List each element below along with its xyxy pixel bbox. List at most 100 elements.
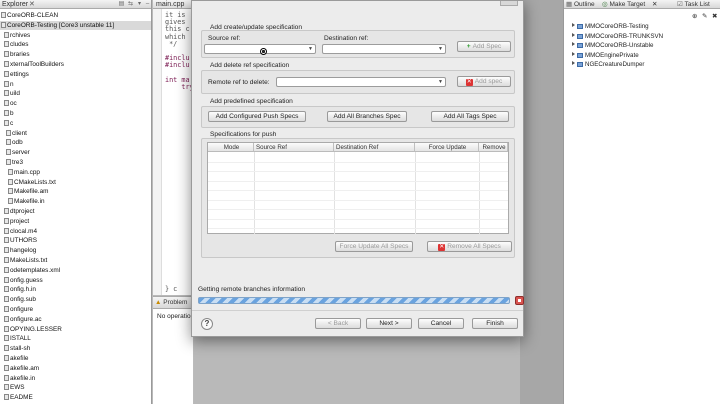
column-header[interactable]: Remove	[479, 143, 508, 152]
tree-item[interactable]: c	[0, 119, 13, 128]
push-specs-table[interactable]: Mode Source Ref Destination Ref Force Updat…	[207, 142, 509, 234]
tree-item[interactable]: MakeLists.txt	[0, 256, 47, 265]
expand-arrow-icon[interactable]	[572, 51, 575, 56]
tree-item[interactable]: odb	[0, 138, 23, 147]
tree-item[interactable]: stall-sh	[0, 344, 30, 353]
problems-view: ▲ Problem No operatio	[153, 296, 194, 404]
tree-item[interactable]: CoreORB-CLEAN	[0, 11, 58, 20]
stop-icon[interactable]	[515, 296, 524, 305]
tree-item[interactable]: rchives	[0, 31, 30, 40]
make-target-item[interactable]: MMOCoreORB-Unstable	[572, 41, 653, 50]
force-update-all-specs-button[interactable]: Force Update All Specs	[335, 241, 413, 252]
file-icon	[4, 315, 9, 322]
tree-item[interactable]: cludes	[0, 40, 28, 49]
tree-item[interactable]: onfigure	[0, 305, 33, 314]
finish-button[interactable]: Finish	[472, 318, 518, 329]
cancel-button[interactable]: Cancel	[418, 318, 464, 329]
tree-item[interactable]: akefile.am	[0, 364, 39, 373]
editor-tab[interactable]: main.cpp	[153, 0, 193, 9]
tree-item[interactable]: main.cpp	[0, 168, 40, 177]
tree-item[interactable]: EADME	[0, 393, 33, 402]
tree-item[interactable]: Makefile.in	[0, 197, 45, 206]
tree-item[interactable]: UTHORS	[0, 236, 37, 245]
file-icon	[4, 257, 9, 263]
problems-tab[interactable]: ▲ Problem	[153, 297, 193, 309]
tree-item[interactable]: onfig.h.in	[0, 285, 36, 294]
tree-item[interactable]: b	[0, 109, 14, 118]
make-target-item[interactable]: MMOCoreORB-TRUNKSVN	[572, 32, 663, 41]
add-spec-button[interactable]: + Add Spec	[457, 41, 511, 52]
make-target-tab[interactable]: ◎ Make Target	[602, 0, 645, 9]
tree-item[interactable]: n	[0, 80, 14, 89]
add-delete-spec-button[interactable]: ✕ Add spec	[457, 76, 511, 87]
tree-item[interactable]: Makefile.am	[0, 187, 48, 196]
target-new-icon[interactable]: ⊕	[692, 12, 697, 21]
file-icon	[8, 178, 13, 185]
column-header[interactable]: Destination Ref	[334, 143, 415, 152]
tree-item[interactable]: braries	[0, 50, 30, 59]
remove-all-specs-button[interactable]: ✕ Remove All Specs	[427, 241, 512, 252]
collapse-all-icon[interactable]: ▤	[118, 1, 125, 8]
make-target-item[interactable]: MMOCoreORB-Testing	[572, 22, 649, 31]
tree-item[interactable]: CoreORB-Testing [Core3 unstable 11]	[0, 20, 151, 30]
tree-item[interactable]: odetemplates.xml	[0, 266, 60, 275]
tree-item[interactable]: ettings	[0, 70, 29, 79]
tree-item[interactable]: ISTALL	[0, 334, 31, 343]
tree-item[interactable]: akefile.in	[0, 374, 35, 383]
expand-arrow-icon[interactable]	[572, 32, 575, 37]
make-target-item[interactable]: NGECreatureDumper	[572, 60, 645, 69]
tree-item[interactable]: onfig.guess	[0, 276, 43, 285]
link-editor-icon[interactable]: ⇆	[127, 1, 134, 8]
expand-arrow-icon[interactable]	[572, 23, 575, 27]
column-header[interactable]: Source Ref	[254, 143, 334, 152]
make-target-close-icon[interactable]: ✕	[652, 0, 657, 9]
tree-item[interactable]: uild	[0, 89, 20, 98]
target-edit-icon[interactable]: ✎	[702, 12, 707, 21]
tree-item[interactable]: clocal.m4	[0, 227, 37, 236]
tree-item[interactable]: dtproject	[0, 207, 35, 216]
task-list-tab[interactable]: ☑ Task List	[677, 0, 710, 9]
problems-body: No operatio	[157, 313, 191, 320]
target-delete-icon[interactable]: ✖	[712, 12, 717, 21]
tree-item-label: uild	[10, 90, 20, 98]
expand-arrow-icon[interactable]	[572, 42, 575, 46]
tree-item[interactable]: CMakeLists.txt	[0, 178, 56, 187]
tree-item[interactable]: akefile	[0, 354, 28, 363]
add-configured-push-specs-button[interactable]: Add Configured Push Specs	[208, 111, 306, 122]
tree-item[interactable]: client	[0, 129, 27, 138]
tree-item[interactable]: oc	[0, 99, 17, 108]
destination-ref-combo[interactable]: ▼	[322, 44, 446, 54]
tree-item[interactable]: onfig.sub	[0, 295, 36, 304]
file-icon	[4, 266, 9, 273]
next-button[interactable]: Next >	[366, 318, 412, 329]
close-icon[interactable]: ✕	[29, 0, 35, 9]
tree-item-label: main.cpp	[14, 168, 40, 176]
code-editor[interactable]: main.cpp it is gives this c which */#inclu #…	[153, 0, 194, 295]
tree-item-label: clocal.m4	[10, 227, 37, 235]
tree-item-label: oc	[10, 100, 17, 108]
make-target-item[interactable]: MMOEnginePrivate	[572, 51, 639, 60]
tree-item[interactable]: xternalToolBuilders	[0, 60, 64, 69]
column-header[interactable]: Force Update	[415, 143, 479, 152]
back-button[interactable]: < Back	[315, 318, 361, 329]
tree-item[interactable]: hangelog	[0, 246, 36, 255]
expand-arrow-icon[interactable]	[572, 61, 575, 65]
column-header[interactable]: Mode	[208, 143, 254, 152]
source-ref-label: Source ref:	[208, 35, 241, 42]
outline-tab[interactable]: ▦ Outline	[566, 0, 595, 9]
file-icon	[4, 335, 9, 342]
minimize-icon[interactable]: –	[144, 1, 151, 8]
explorer-tab[interactable]: Explorer	[0, 0, 30, 9]
view-menu-icon[interactable]: ▾	[136, 1, 143, 8]
tree-item[interactable]: EWS	[0, 383, 25, 392]
progress-bar	[198, 297, 510, 304]
tree-item[interactable]: server	[0, 148, 30, 157]
help-button[interactable]: ?	[201, 318, 213, 330]
remote-ref-combo[interactable]: ▼	[276, 77, 446, 87]
tree-item[interactable]: project	[0, 217, 29, 226]
add-all-tags-spec-button[interactable]: Add All Tags Spec	[431, 111, 509, 122]
add-all-branches-spec-button[interactable]: Add All Branches Spec	[327, 111, 407, 122]
tree-item[interactable]: onfigure.ac	[0, 315, 42, 324]
tree-item[interactable]: OPYING.LESSER	[0, 325, 62, 334]
tree-item[interactable]: tre3	[0, 158, 23, 167]
